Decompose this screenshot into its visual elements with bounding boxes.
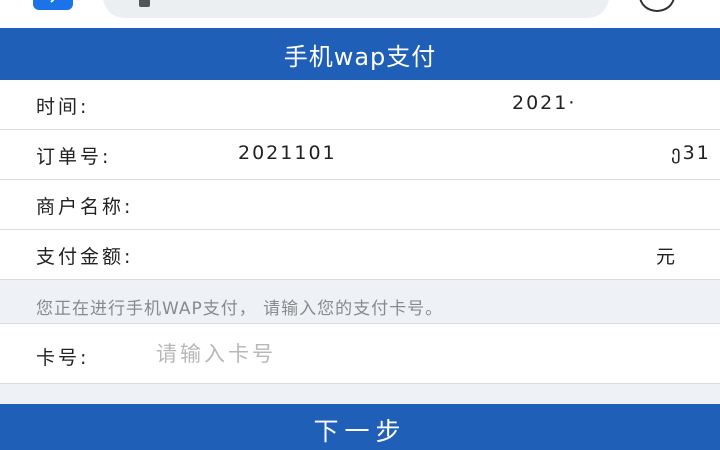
card-number-label: 卡号:: [36, 347, 90, 369]
card-number-row: 卡号:: [0, 324, 720, 384]
page-header: 手机wap支付: [0, 28, 720, 80]
order-no-value-end: ე31: [671, 142, 711, 164]
amount-label: 支付金额:: [36, 246, 134, 268]
order-no-label: 订单号:: [36, 146, 112, 168]
browser-toolbar: [0, 0, 720, 28]
info-row-merchant: 商户名称:: [0, 180, 720, 230]
payment-notice: 您正在进行手机WAP支付， 请输入您的支付卡号。: [0, 280, 720, 324]
info-row-time: 时间: 2021·: [0, 80, 720, 130]
address-bar[interactable]: [103, 0, 609, 18]
info-row-order-no: 订单号: 2021101 ე31: [0, 130, 720, 180]
time-label: 时间:: [36, 96, 90, 118]
browser-app-icon[interactable]: [33, 0, 73, 10]
card-number-input[interactable]: [156, 336, 696, 372]
section-gap: [0, 384, 720, 404]
amount-unit: 元: [656, 246, 678, 268]
info-row-amount: 支付金额: 元: [0, 230, 720, 280]
lock-icon: [139, 0, 150, 7]
notice-text: 您正在进行手机WAP支付， 请输入您的支付卡号。: [36, 299, 444, 319]
order-no-value-start: 2021101: [238, 142, 337, 164]
time-value: 2021·: [512, 92, 577, 114]
tabs-icon[interactable]: [639, 0, 675, 12]
page-title: 手机wap支付: [283, 42, 437, 71]
merchant-label: 商户名称:: [36, 196, 134, 218]
next-step-button[interactable]: 下一步: [0, 404, 720, 450]
